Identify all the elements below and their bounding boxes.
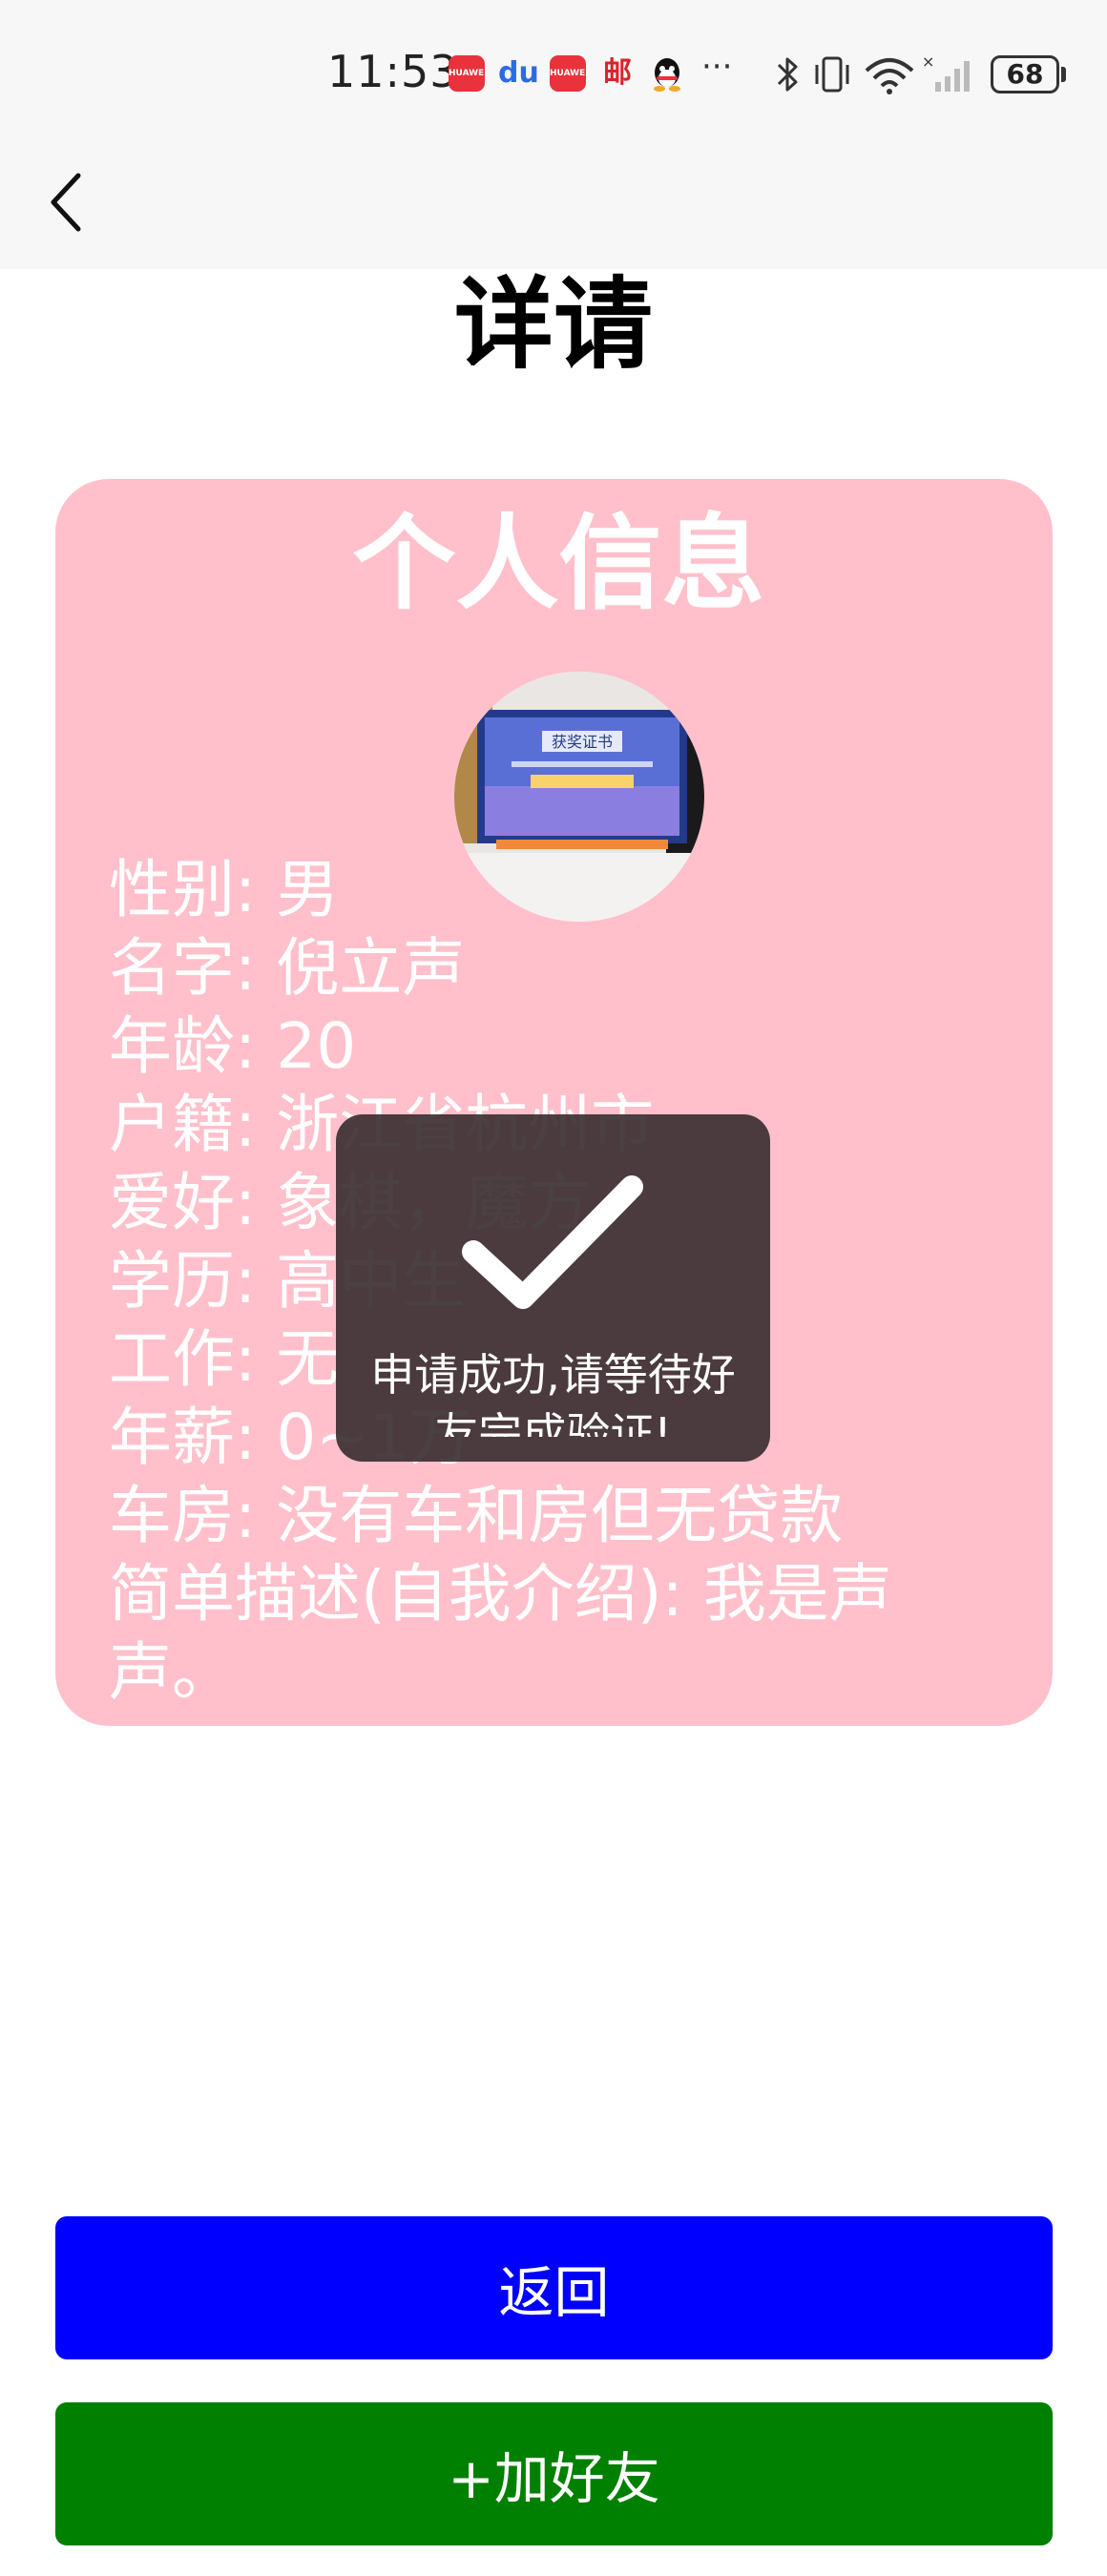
- info-separator: :: [661, 1557, 703, 1631]
- baidu-icon: du: [498, 56, 539, 90]
- page-title: 详请: [453, 266, 653, 383]
- more-notifications-icon: ···: [701, 48, 733, 86]
- info-label: 性别: [109, 853, 235, 926]
- vibrate-icon: [815, 56, 849, 93]
- back-nav-button[interactable]: [38, 164, 95, 240]
- info-label: 年龄: [109, 1009, 235, 1083]
- info-row: 简单描述(自我介绍): 我是声声。: [109, 1555, 1015, 1712]
- status-time: 11:53: [327, 46, 459, 97]
- info-label: 简单描述(自我介绍): [109, 1557, 662, 1631]
- success-toast: 申请成功,请等待好友完成验证!: [336, 1114, 770, 1462]
- qq-icon: [649, 55, 685, 92]
- info-separator: :: [235, 931, 277, 1005]
- info-row: 车房: 没有车和房但无贷款: [109, 1477, 1015, 1555]
- huawei-app-icon: HUAWEI: [550, 55, 589, 92]
- info-value: 男: [276, 853, 340, 926]
- info-value: 没有车和房但无贷款: [276, 1479, 844, 1552]
- info-row: 性别: 男: [109, 851, 1015, 929]
- huawei-app-icon: HUAWEI: [449, 55, 488, 92]
- toast-message: 申请成功,请等待好友完成验证!: [370, 1349, 736, 1437]
- info-label: 名字: [109, 931, 235, 1005]
- card-title: 个人信息: [352, 505, 765, 624]
- battery-indicator: 68: [991, 55, 1059, 93]
- chevron-left-icon: [51, 173, 81, 232]
- info-label: 车房: [109, 1479, 235, 1552]
- info-label: 工作: [109, 1322, 235, 1396]
- info-row: 名字: 倪立声: [109, 929, 1015, 1008]
- info-value: 倪立声: [276, 931, 466, 1005]
- top-bar: 11:53 HUAWEI du HUAWEI 邮 ··· × 68: [0, 0, 1107, 269]
- info-label: 户籍: [109, 1088, 235, 1161]
- info-separator: :: [235, 1244, 277, 1318]
- info-value: 20: [276, 1009, 357, 1083]
- svg-text:×: ×: [922, 53, 934, 71]
- info-separator: :: [235, 1166, 277, 1239]
- info-separator: :: [235, 1088, 277, 1161]
- info-label: 年薪: [109, 1401, 235, 1474]
- info-separator: :: [235, 1009, 277, 1083]
- status-bar: 11:53 HUAWEI du HUAWEI 邮 ··· × 68: [0, 0, 1107, 153]
- info-row: 年龄: 20: [109, 1008, 1015, 1086]
- wifi-icon: [865, 58, 914, 94]
- return-button[interactable]: 返回: [55, 2216, 1053, 2359]
- checkmark-icon: [462, 1175, 643, 1309]
- battery-tip: [1061, 67, 1066, 82]
- post-icon: 邮: [603, 56, 632, 90]
- bluetooth-icon: [777, 57, 798, 92]
- info-separator: :: [235, 853, 277, 926]
- info-separator: :: [235, 1401, 277, 1474]
- info-value: 无: [276, 1322, 340, 1396]
- avatar-image-text: 获奖证书: [552, 733, 613, 751]
- profile-card: 个人信息 获奖证书 性别: 男名字: 倪立声年龄: 20户籍: 浙江省杭州市爱好…: [55, 479, 1053, 1726]
- info-label: 爱好: [109, 1166, 235, 1239]
- add-friend-button[interactable]: +加好友: [55, 2402, 1053, 2545]
- cellular-signal-icon: ×: [922, 53, 970, 92]
- info-label: 学历: [109, 1244, 235, 1318]
- info-separator: :: [235, 1322, 277, 1396]
- info-separator: :: [235, 1479, 277, 1552]
